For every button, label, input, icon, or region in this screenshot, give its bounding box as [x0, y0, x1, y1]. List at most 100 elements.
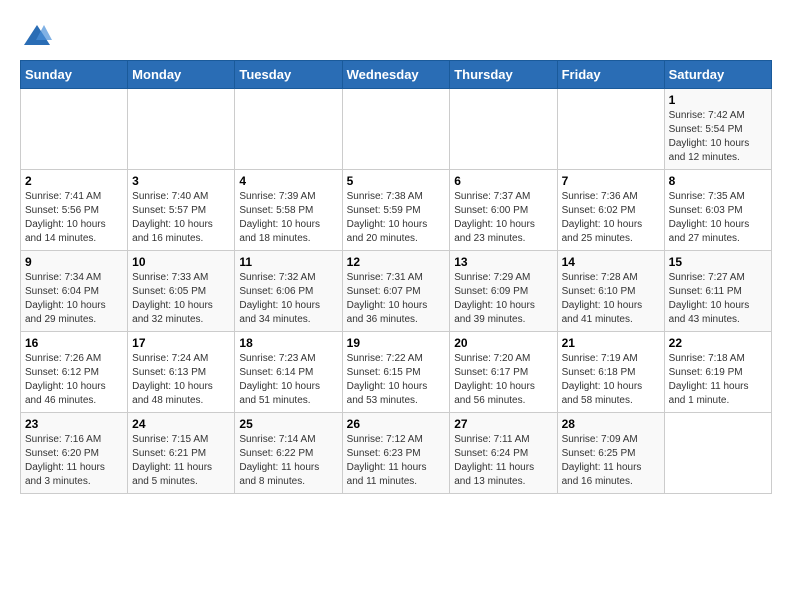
- page-header: [20, 20, 772, 50]
- day-cell: 16Sunrise: 7:26 AM Sunset: 6:12 PM Dayli…: [21, 332, 128, 413]
- day-cell: [128, 89, 235, 170]
- day-cell: 14 Sunrise: 7:28 AM Sunset: 6:10 PM Dayli…: [557, 251, 664, 332]
- day-cell: 6 Sunrise: 7:37 AM Sunset: 6:00 PM Daylig…: [450, 170, 557, 251]
- day-cell: 13 Sunrise: 7:29 AM Sunset: 6:09 PM Dayli…: [450, 251, 557, 332]
- day-number: 25: [239, 417, 337, 431]
- day-cell: [450, 89, 557, 170]
- day-number: 13: [454, 255, 552, 269]
- day-cell: 20 Sunrise: 7:20 AM Sunset: 6:17 PM Dayli…: [450, 332, 557, 413]
- day-info: Sunrise: 7:20 AM Sunset: 6:17 PM Dayligh…: [454, 352, 552, 408]
- day-header-friday: Friday: [557, 61, 664, 89]
- day-info: Sunrise: 7:42 AM Sunset: 5:54 PM Dayligh…: [669, 109, 767, 165]
- day-cell: 11 Sunrise: 7:32 AM Sunset: 6:06 PM Dayli…: [235, 251, 342, 332]
- day-cell: 28 Sunrise: 7:09 AM Sunset: 6:25 PM Dayli…: [557, 413, 664, 494]
- day-cell: [342, 89, 450, 170]
- day-cell: 12Sunrise: 7:31 AM Sunset: 6:07 PM Dayli…: [342, 251, 450, 332]
- day-cell: [235, 89, 342, 170]
- day-header-sunday: Sunday: [21, 61, 128, 89]
- day-number: 1: [669, 93, 767, 107]
- day-number: 15: [669, 255, 767, 269]
- day-number: 6: [454, 174, 552, 188]
- day-cell: 4 Sunrise: 7:39 AM Sunset: 5:58 PM Daylig…: [235, 170, 342, 251]
- day-info: Sunrise: 7:28 AM Sunset: 6:10 PM Dayligh…: [562, 271, 660, 327]
- day-cell: 21 Sunrise: 7:19 AM Sunset: 6:18 PM Dayli…: [557, 332, 664, 413]
- day-header-tuesday: Tuesday: [235, 61, 342, 89]
- day-number: 17: [132, 336, 230, 350]
- week-row-4: 16Sunrise: 7:26 AM Sunset: 6:12 PM Dayli…: [21, 332, 772, 413]
- day-number: 8: [669, 174, 767, 188]
- day-cell: [664, 413, 771, 494]
- day-number: 20: [454, 336, 552, 350]
- week-row-2: 2Sunrise: 7:41 AM Sunset: 5:56 PM Daylig…: [21, 170, 772, 251]
- day-info: Sunrise: 7:27 AM Sunset: 6:11 PM Dayligh…: [669, 271, 767, 327]
- day-number: 26: [347, 417, 446, 431]
- header-row: SundayMondayTuesdayWednesdayThursdayFrid…: [21, 61, 772, 89]
- day-number: 23: [25, 417, 123, 431]
- day-info: Sunrise: 7:36 AM Sunset: 6:02 PM Dayligh…: [562, 190, 660, 246]
- week-row-3: 9 Sunrise: 7:34 AM Sunset: 6:04 PM Daylig…: [21, 251, 772, 332]
- day-cell: 10 Sunrise: 7:33 AM Sunset: 6:05 PM Dayli…: [128, 251, 235, 332]
- day-info: Sunrise: 7:40 AM Sunset: 5:57 PM Dayligh…: [132, 190, 230, 246]
- calendar-table: SundayMondayTuesdayWednesdayThursdayFrid…: [20, 60, 772, 494]
- day-cell: 24 Sunrise: 7:15 AM Sunset: 6:21 PM Dayli…: [128, 413, 235, 494]
- day-number: 27: [454, 417, 552, 431]
- day-header-thursday: Thursday: [450, 61, 557, 89]
- week-row-1: 1 Sunrise: 7:42 AM Sunset: 5:54 PM Daylig…: [21, 89, 772, 170]
- day-number: 18: [239, 336, 337, 350]
- day-info: Sunrise: 7:09 AM Sunset: 6:25 PM Dayligh…: [562, 433, 660, 489]
- day-cell: 26 Sunrise: 7:12 AM Sunset: 6:23 PM Dayli…: [342, 413, 450, 494]
- day-cell: 7 Sunrise: 7:36 AM Sunset: 6:02 PM Daylig…: [557, 170, 664, 251]
- week-row-5: 23 Sunrise: 7:16 AM Sunset: 6:20 PM Dayli…: [21, 413, 772, 494]
- day-info: Sunrise: 7:32 AM Sunset: 6:06 PM Dayligh…: [239, 271, 337, 327]
- day-cell: 5 Sunrise: 7:38 AM Sunset: 5:59 PM Daylig…: [342, 170, 450, 251]
- day-info: Sunrise: 7:29 AM Sunset: 6:09 PM Dayligh…: [454, 271, 552, 327]
- day-info: Sunrise: 7:37 AM Sunset: 6:00 PM Dayligh…: [454, 190, 552, 246]
- day-info: Sunrise: 7:39 AM Sunset: 5:58 PM Dayligh…: [239, 190, 337, 246]
- day-info: Sunrise: 7:34 AM Sunset: 6:04 PM Dayligh…: [25, 271, 123, 327]
- day-cell: 25 Sunrise: 7:14 AM Sunset: 6:22 PM Dayli…: [235, 413, 342, 494]
- day-cell: [557, 89, 664, 170]
- day-cell: 1 Sunrise: 7:42 AM Sunset: 5:54 PM Daylig…: [664, 89, 771, 170]
- day-number: 11: [239, 255, 337, 269]
- day-number: 21: [562, 336, 660, 350]
- day-cell: 22Sunrise: 7:18 AM Sunset: 6:19 PM Dayli…: [664, 332, 771, 413]
- day-cell: 18 Sunrise: 7:23 AM Sunset: 6:14 PM Dayli…: [235, 332, 342, 413]
- day-info: Sunrise: 7:35 AM Sunset: 6:03 PM Dayligh…: [669, 190, 767, 246]
- day-number: 5: [347, 174, 446, 188]
- day-cell: [21, 89, 128, 170]
- day-number: 16: [25, 336, 123, 350]
- day-info: Sunrise: 7:22 AM Sunset: 6:15 PM Dayligh…: [347, 352, 446, 408]
- day-cell: 2Sunrise: 7:41 AM Sunset: 5:56 PM Daylig…: [21, 170, 128, 251]
- day-info: Sunrise: 7:16 AM Sunset: 6:20 PM Dayligh…: [25, 433, 123, 489]
- day-info: Sunrise: 7:12 AM Sunset: 6:23 PM Dayligh…: [347, 433, 446, 489]
- day-number: 2: [25, 174, 123, 188]
- day-info: Sunrise: 7:24 AM Sunset: 6:13 PM Dayligh…: [132, 352, 230, 408]
- day-cell: 17 Sunrise: 7:24 AM Sunset: 6:13 PM Dayli…: [128, 332, 235, 413]
- day-info: Sunrise: 7:33 AM Sunset: 6:05 PM Dayligh…: [132, 271, 230, 327]
- day-number: 12: [347, 255, 446, 269]
- day-number: 9: [25, 255, 123, 269]
- day-info: Sunrise: 7:38 AM Sunset: 5:59 PM Dayligh…: [347, 190, 446, 246]
- day-info: Sunrise: 7:11 AM Sunset: 6:24 PM Dayligh…: [454, 433, 552, 489]
- day-info: Sunrise: 7:19 AM Sunset: 6:18 PM Dayligh…: [562, 352, 660, 408]
- day-number: 22: [669, 336, 767, 350]
- day-number: 14: [562, 255, 660, 269]
- day-number: 4: [239, 174, 337, 188]
- day-number: 24: [132, 417, 230, 431]
- day-info: Sunrise: 7:14 AM Sunset: 6:22 PM Dayligh…: [239, 433, 337, 489]
- day-info: Sunrise: 7:23 AM Sunset: 6:14 PM Dayligh…: [239, 352, 337, 408]
- day-info: Sunrise: 7:15 AM Sunset: 6:21 PM Dayligh…: [132, 433, 230, 489]
- day-cell: 15 Sunrise: 7:27 AM Sunset: 6:11 PM Dayli…: [664, 251, 771, 332]
- day-number: 10: [132, 255, 230, 269]
- day-header-monday: Monday: [128, 61, 235, 89]
- day-header-wednesday: Wednesday: [342, 61, 450, 89]
- day-cell: 9 Sunrise: 7:34 AM Sunset: 6:04 PM Daylig…: [21, 251, 128, 332]
- day-cell: 23 Sunrise: 7:16 AM Sunset: 6:20 PM Dayli…: [21, 413, 128, 494]
- day-number: 19: [347, 336, 446, 350]
- day-cell: 27 Sunrise: 7:11 AM Sunset: 6:24 PM Dayli…: [450, 413, 557, 494]
- logo: [20, 20, 52, 50]
- day-number: 28: [562, 417, 660, 431]
- day-cell: 3Sunrise: 7:40 AM Sunset: 5:57 PM Daylig…: [128, 170, 235, 251]
- day-cell: 19 Sunrise: 7:22 AM Sunset: 6:15 PM Dayli…: [342, 332, 450, 413]
- day-number: 7: [562, 174, 660, 188]
